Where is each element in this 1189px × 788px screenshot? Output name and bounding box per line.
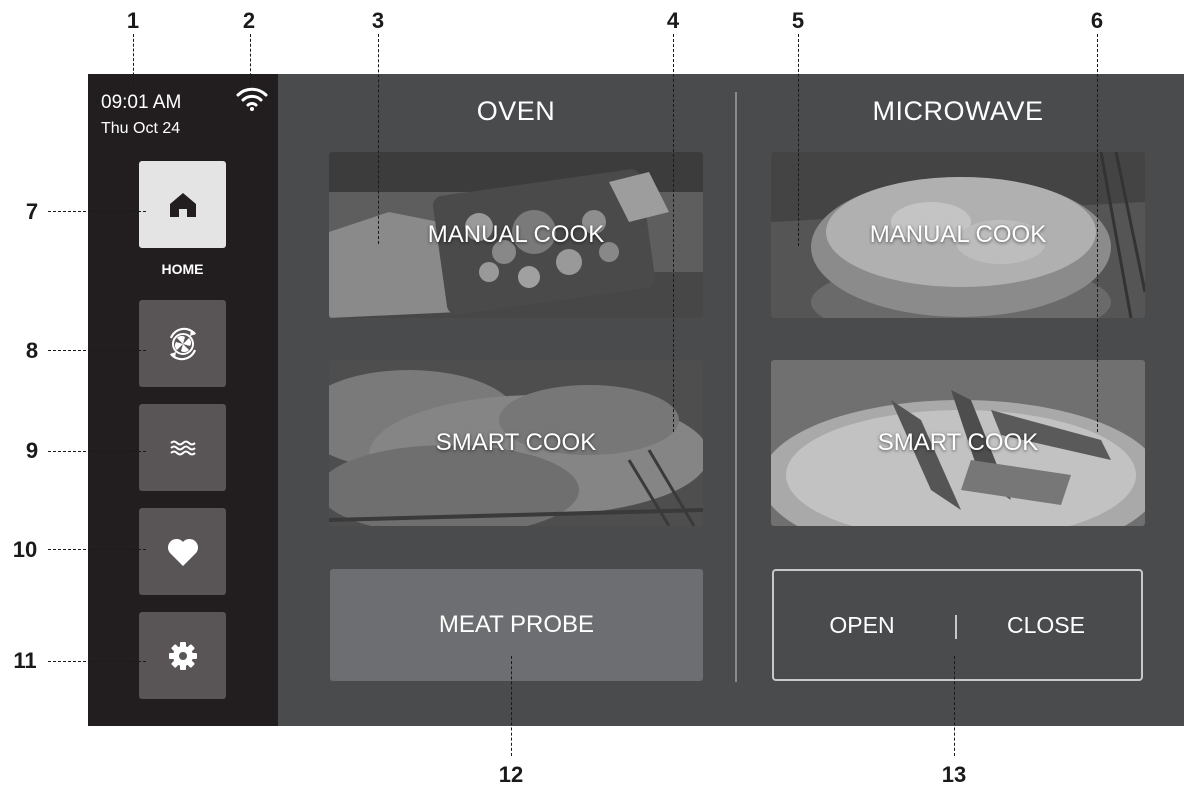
settings-button[interactable] bbox=[139, 612, 226, 699]
callout-12: 12 bbox=[498, 762, 524, 787]
leader-line-13 bbox=[954, 656, 955, 756]
home-label: HOME bbox=[161, 261, 204, 277]
leader-line-3 bbox=[378, 34, 379, 244]
microwave-manual-cook-tile[interactable]: MANUAL COOK bbox=[771, 152, 1145, 318]
leader-line-7 bbox=[48, 211, 146, 212]
convection-fan-icon bbox=[169, 327, 196, 360]
leader-line-9 bbox=[48, 451, 146, 452]
section-divider bbox=[735, 92, 737, 682]
callout-9: 9 bbox=[25, 438, 39, 463]
callout-8: 8 bbox=[25, 338, 39, 363]
microwave-title: MICROWAVE bbox=[872, 96, 1044, 126]
home-icon bbox=[169, 192, 196, 217]
oven-smart-cook-tile[interactable]: SMART COOK bbox=[329, 360, 703, 526]
wifi-icon bbox=[236, 87, 268, 111]
clock-time: 09:01 AM bbox=[101, 92, 182, 113]
door-open-button[interactable]: OPEN bbox=[774, 571, 950, 679]
door-close-button[interactable]: CLOSE bbox=[951, 571, 1141, 679]
callout-10: 10 bbox=[12, 537, 38, 562]
home-button[interactable] bbox=[139, 161, 226, 248]
callout-7: 7 bbox=[25, 199, 39, 224]
leader-line-12 bbox=[511, 656, 512, 756]
convection-button[interactable] bbox=[139, 300, 226, 387]
callout-5: 5 bbox=[791, 8, 805, 33]
door-open-label: OPEN bbox=[829, 611, 895, 638]
leader-line-8 bbox=[48, 350, 146, 351]
callout-4: 4 bbox=[666, 8, 680, 33]
door-close-label: CLOSE bbox=[1007, 611, 1085, 638]
steam-waves-icon bbox=[169, 440, 196, 455]
gear-icon bbox=[168, 641, 197, 670]
callout-11: 11 bbox=[13, 648, 37, 673]
callout-1: 1 bbox=[126, 8, 140, 33]
steam-button[interactable] bbox=[139, 404, 226, 491]
leader-line-2 bbox=[250, 34, 251, 86]
leader-line-10 bbox=[48, 549, 146, 550]
meat-probe-label: MEAT PROBE bbox=[438, 611, 595, 638]
callout-2: 2 bbox=[242, 8, 256, 33]
meat-probe-button[interactable]: MEAT PROBE bbox=[330, 569, 703, 681]
oven-manual-cook-tile[interactable]: MANUAL COOK bbox=[329, 152, 703, 318]
oven-title: OVEN bbox=[476, 96, 556, 126]
door-control: OPEN CLOSE bbox=[772, 569, 1143, 681]
leader-line-11 bbox=[48, 661, 146, 662]
oven-smart-cook-label: SMART COOK bbox=[435, 429, 597, 456]
leader-line-6 bbox=[1097, 34, 1098, 432]
microwave-smart-cook-label: SMART COOK bbox=[877, 429, 1039, 456]
leader-line-5 bbox=[798, 34, 799, 246]
callout-13: 13 bbox=[941, 762, 967, 787]
leader-line-4 bbox=[673, 34, 674, 432]
leader-line-1 bbox=[133, 34, 134, 90]
heart-icon bbox=[167, 538, 198, 566]
microwave-manual-cook-label: MANUAL COOK bbox=[869, 221, 1047, 248]
oven-manual-cook-label: MANUAL COOK bbox=[427, 221, 605, 248]
microwave-smart-cook-tile[interactable]: SMART COOK bbox=[771, 360, 1145, 526]
callout-3: 3 bbox=[371, 8, 385, 33]
callout-6: 6 bbox=[1090, 8, 1104, 33]
clock-date: Thu Oct 24 bbox=[101, 120, 181, 137]
favorites-button[interactable] bbox=[139, 508, 226, 595]
